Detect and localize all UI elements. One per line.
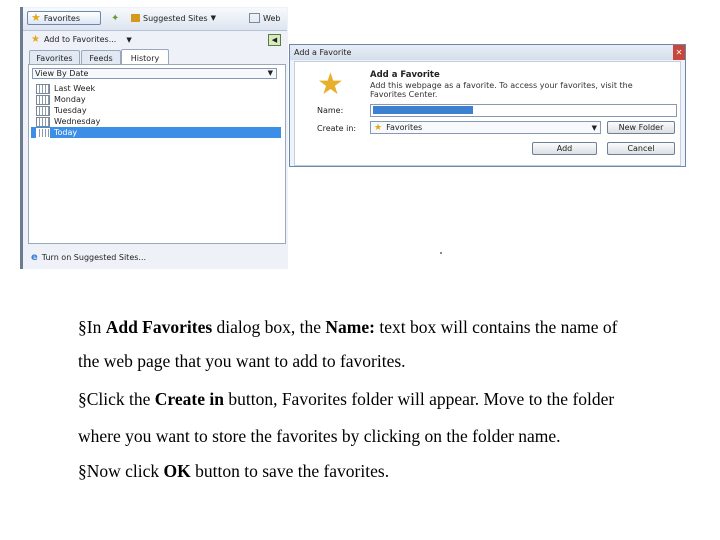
calendar-icon [36, 105, 50, 116]
cancel-button[interactable]: Cancel [607, 142, 675, 155]
dialog-body: ★ Add a Favorite Add this webpage as a f… [294, 61, 681, 166]
history-item-label: Today [54, 128, 78, 137]
pin-icon: ◀ [271, 36, 278, 44]
stray-dot [440, 252, 442, 254]
add-button-label: Add [556, 144, 573, 153]
new-folder-button[interactable]: New Folder [607, 121, 675, 134]
calendar-icon [36, 94, 50, 105]
text-run: dialog box, the [212, 317, 326, 337]
history-panel: View By Date ▼ Last Week Monday Tuesday … [28, 64, 286, 244]
ie-logo-icon: e [31, 251, 38, 263]
star-add-icon: ✦ [111, 12, 120, 24]
text-run: §Now click [78, 461, 164, 481]
folder-star-icon: ★ [374, 122, 383, 133]
text-bold: Add Favorites [105, 317, 213, 337]
instruction-paragraph-1-continued: the web page that you want to add to fav… [78, 351, 406, 371]
history-item-label: Wednesday [54, 117, 101, 126]
dialog-description: Add this webpage as a favorite. To acces… [370, 81, 670, 99]
chevron-down-icon: ▼ [267, 69, 273, 77]
text-bold: Create in [154, 389, 224, 409]
web-slice-button[interactable]: Web [249, 11, 280, 25]
tab-label: Favorites [36, 53, 73, 63]
create-in-value: Favorites [386, 123, 423, 132]
description-line: Add this webpage as a favorite. To acces… [370, 81, 633, 90]
chevron-down-icon: ▼ [591, 123, 597, 132]
add-favorite-dialog: Add a Favorite ✕ ★ Add a Favorite Add th… [289, 44, 686, 167]
suggested-sites-label: Suggested Sites [143, 13, 208, 23]
history-item-label: Tuesday [54, 106, 87, 115]
new-folder-label: New Folder [618, 123, 664, 132]
calendar-icon [36, 116, 50, 127]
tab-label: History [130, 53, 160, 63]
cancel-button-label: Cancel [627, 144, 655, 153]
tab-label: Feeds [89, 53, 113, 63]
history-item-label: Last Week [54, 84, 96, 93]
calendar-icon [36, 127, 50, 138]
history-item-monday[interactable]: Monday [31, 94, 281, 105]
close-button[interactable]: ✕ [673, 45, 685, 60]
add-favorite-bar-button[interactable]: ✦ [111, 11, 119, 25]
suggested-sites-footer[interactable]: e Turn on Suggested Sites... [23, 248, 287, 266]
dialog-title: Add a Favorite [294, 48, 352, 57]
name-label: Name: [317, 106, 344, 115]
history-item-today[interactable]: Today [31, 127, 281, 138]
suggested-sites-button[interactable]: Suggested Sites ▼ [131, 11, 216, 25]
web-slice-label: Web [263, 13, 281, 23]
dialog-titlebar: Add a Favorite ✕ [290, 45, 685, 60]
favorites-button-label: Favorites [43, 13, 81, 23]
tab-feeds[interactable]: Feeds [81, 50, 121, 65]
text-bold: OK [163, 461, 191, 481]
suggested-sites-icon [131, 14, 140, 22]
add-button[interactable]: Add [532, 142, 597, 155]
name-input[interactable] [370, 104, 677, 117]
history-item-wednesday[interactable]: Wednesday [31, 116, 281, 127]
favorites-toolbar: ★ Favorites ✦ Suggested Sites ▼ Web [23, 8, 287, 31]
star-add-icon: ★ [31, 34, 40, 45]
dialog-heading: Add a Favorite [370, 70, 440, 80]
text-run: button to save the favorites. [190, 461, 390, 481]
text-run: §Click the [78, 389, 155, 409]
view-by-select[interactable]: View By Date ▼ [32, 68, 277, 79]
turn-on-suggested-sites-link: Turn on Suggested Sites... [41, 252, 147, 262]
text-bold: Name: [325, 317, 375, 337]
tab-favorites[interactable]: Favorites [29, 50, 80, 65]
history-item-last-week[interactable]: Last Week [31, 83, 281, 94]
web-slice-icon [249, 13, 260, 23]
chevron-down-icon: ▼ [126, 35, 132, 44]
instruction-paragraph-2: §Click the Create in button, Favorites f… [78, 389, 614, 410]
favorite-star-icon: ★ [317, 67, 344, 102]
history-item-label: Monday [54, 95, 86, 104]
instruction-paragraph-3: §Now click OK button to save the favorit… [78, 461, 389, 482]
instruction-paragraph-2-continued: where you want to store the favorites by… [78, 426, 561, 446]
favorites-tabs: Favorites Feeds History [28, 49, 284, 66]
calendar-icon [36, 83, 50, 94]
view-by-value: View By Date [35, 69, 89, 78]
add-to-favorites-bar: ★ Add to Favorites... ▼ ◀ [23, 31, 287, 49]
star-icon: ★ [31, 11, 41, 24]
chevron-down-icon: ▼ [210, 14, 216, 22]
create-in-label: Create in: [317, 124, 357, 133]
instruction-paragraph-1: §In Add Favorites dialog box, the Name: … [78, 317, 617, 338]
close-icon: ✕ [675, 48, 683, 57]
add-to-favorites-label: Add to Favorites... [43, 35, 117, 44]
text-run: §In [78, 317, 106, 337]
name-text-selection [373, 106, 473, 114]
description-line: Favorites Center. [370, 90, 438, 99]
create-in-select[interactable]: ★ Favorites ▼ [370, 121, 601, 134]
favorites-button[interactable]: ★ Favorites [27, 11, 101, 25]
add-to-favorites-button[interactable]: ★ Add to Favorites... ▼ [31, 34, 132, 45]
pin-pane-button[interactable]: ◀ [268, 34, 281, 46]
text-run: button, Favorites folder will appear. Mo… [223, 389, 615, 409]
history-item-tuesday[interactable]: Tuesday [31, 105, 281, 116]
text-run: text box will contains the name of [374, 317, 618, 337]
